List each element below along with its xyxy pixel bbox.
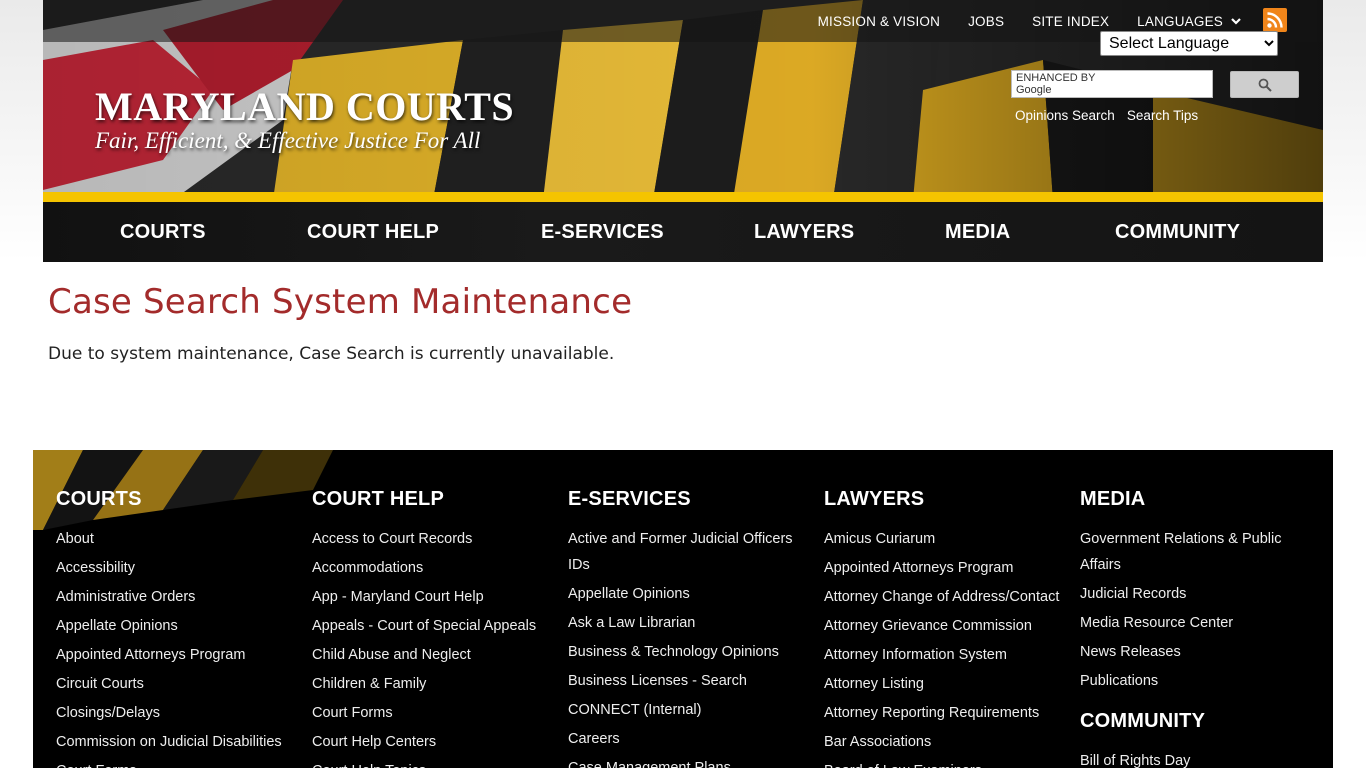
nav-media[interactable]: MEDIA (945, 202, 1010, 262)
footer-link[interactable]: Accessibility (56, 555, 296, 581)
page-wrapper: MISSION & VISION JOBS SITE INDEX LANGUAG… (43, 0, 1323, 262)
footer-link[interactable]: Business Licenses - Search (568, 668, 808, 694)
footer-links-courts: About Accessibility Administrative Order… (56, 526, 296, 768)
brand-tagline: Fair, Efficient, & Effective Justice For… (95, 128, 481, 153)
footer-links-community: Bill of Rights Day (1080, 748, 1320, 768)
search-links: Opinions Search Search Tips (1015, 108, 1210, 123)
footer-link[interactable]: Attorney Reporting Requirements (824, 700, 1064, 726)
main-content: Case Search System Maintenance Due to sy… (48, 282, 632, 364)
footer-link[interactable]: Accommodations (312, 555, 552, 581)
nav-courts[interactable]: COURTS (120, 202, 206, 262)
footer-heading-courts: COURTS (56, 488, 142, 510)
site-footer: COURTS About Accessibility Administrativ… (33, 450, 1333, 768)
site-search-box[interactable]: ENHANCED BY Google (1011, 70, 1213, 98)
footer-column-courts: COURTS About Accessibility Administrativ… (56, 488, 296, 768)
footer-link[interactable]: Bill of Rights Day (1080, 748, 1320, 768)
footer-link[interactable]: Amicus Curiarum (824, 526, 1064, 552)
site-header: MISSION & VISION JOBS SITE INDEX LANGUAG… (43, 0, 1323, 192)
footer-links-lawyers: Amicus Curiarum Appointed Attorneys Prog… (824, 526, 1064, 768)
maintenance-message: Due to system maintenance, Case Search i… (48, 344, 615, 364)
footer-heading-court-help: COURT HELP (312, 488, 444, 510)
footer-link[interactable]: News Releases (1080, 639, 1320, 665)
brand-title: MARYLAND COURTS (95, 84, 515, 129)
rss-icon (1267, 12, 1283, 28)
nav-lawyers[interactable]: LAWYERS (754, 202, 854, 262)
footer-column-court-help: COURT HELP Access to Court Records Accom… (312, 488, 552, 768)
footer-link[interactable]: Appeals - Court of Special Appeals (312, 613, 552, 639)
page-title: Case Search System Maintenance (48, 282, 633, 322)
nav-court-help[interactable]: COURT HELP (307, 202, 439, 262)
rss-feed-button[interactable] (1263, 8, 1287, 32)
languages-label: LANGUAGES (1137, 13, 1223, 29)
footer-link[interactable]: CONNECT (Internal) (568, 697, 808, 723)
chevron-down-icon (1231, 18, 1241, 25)
nav-e-services[interactable]: E-SERVICES (541, 202, 664, 262)
footer-link[interactable]: Ask a Law Librarian (568, 610, 808, 636)
footer-links-e-services: Active and Former Judicial Officers IDs … (568, 526, 808, 768)
footer-link[interactable]: Government Relations & Public Affairs (1080, 526, 1320, 578)
search-icon (1258, 78, 1272, 92)
footer-links-media: Government Relations & Public Affairs Ju… (1080, 526, 1320, 694)
site-index-link[interactable]: SITE INDEX (1032, 14, 1109, 29)
footer-column-media: MEDIA Government Relations & Public Affa… (1080, 488, 1320, 768)
footer-heading-community: COMMUNITY (1080, 710, 1206, 732)
footer-link[interactable]: Active and Former Judicial Officers IDs (568, 526, 808, 578)
footer-link[interactable]: Careers (568, 726, 808, 752)
footer-link[interactable]: Media Resource Center (1080, 610, 1320, 636)
footer-link[interactable]: Court Help Topics (312, 758, 552, 768)
main-nav: COURTS COURT HELP E-SERVICES LAWYERS MED… (43, 202, 1323, 262)
footer-link[interactable]: Commission on Judicial Disabilities (56, 729, 296, 755)
search-input[interactable] (1112, 74, 1212, 94)
footer-column-lawyers: LAWYERS Amicus Curiarum Appointed Attorn… (824, 488, 1064, 768)
footer-link[interactable]: Attorney Listing (824, 671, 1064, 697)
footer-link[interactable]: Attorney Change of Address/Contact (824, 584, 1064, 610)
footer-link[interactable]: Appellate Opinions (568, 581, 808, 607)
jobs-link[interactable]: JOBS (968, 14, 1004, 29)
footer-links-court-help: Access to Court Records Accommodations A… (312, 526, 552, 768)
footer-column-e-services: E-SERVICES Active and Former Judicial Of… (568, 488, 808, 768)
footer-link[interactable]: Judicial Records (1080, 581, 1320, 607)
footer-link[interactable]: Board of Law Examiners (824, 758, 1064, 768)
footer-link[interactable]: Child Abuse and Neglect (312, 642, 552, 668)
gold-divider (43, 192, 1323, 202)
footer-link[interactable]: Court Help Centers (312, 729, 552, 755)
footer-link[interactable]: App - Maryland Court Help (312, 584, 552, 610)
footer-heading-e-services: E-SERVICES (568, 488, 691, 510)
footer-link[interactable]: Appointed Attorneys Program (824, 555, 1064, 581)
footer-link[interactable]: Bar Associations (824, 729, 1064, 755)
search-button[interactable] (1230, 71, 1299, 98)
footer-link[interactable]: Administrative Orders (56, 584, 296, 610)
opinions-search-link[interactable]: Opinions Search (1015, 108, 1115, 123)
footer-link[interactable]: Circuit Courts (56, 671, 296, 697)
footer-link[interactable]: Closings/Delays (56, 700, 296, 726)
footer-link[interactable]: Attorney Information System (824, 642, 1064, 668)
footer-heading-lawyers: LAWYERS (824, 488, 925, 510)
footer-link[interactable]: Publications (1080, 668, 1320, 694)
footer-link[interactable]: Appointed Attorneys Program (56, 642, 296, 668)
footer-link[interactable]: Court Forms (56, 758, 296, 768)
language-select[interactable]: Select Language (1100, 31, 1278, 56)
footer-heading-media: MEDIA (1080, 488, 1146, 510)
search-tips-link[interactable]: Search Tips (1127, 108, 1198, 123)
footer-link[interactable]: Case Management Plans (568, 755, 808, 768)
search-branding: ENHANCED BY Google (1016, 72, 1096, 96)
languages-menu[interactable]: LANGUAGES (1137, 14, 1241, 29)
nav-community[interactable]: COMMUNITY (1115, 202, 1240, 262)
footer-link[interactable]: Court Forms (312, 700, 552, 726)
mission-vision-link[interactable]: MISSION & VISION (818, 14, 940, 29)
footer-link[interactable]: About (56, 526, 296, 552)
footer-link[interactable]: Children & Family (312, 671, 552, 697)
footer-link[interactable]: Business & Technology Opinions (568, 639, 808, 665)
footer-link[interactable]: Access to Court Records (312, 526, 552, 552)
site-logo[interactable]: MARYLAND COURTS Fair, Efficient, & Effec… (95, 86, 514, 154)
footer-link[interactable]: Appellate Opinions (56, 613, 296, 639)
footer-link[interactable]: Attorney Grievance Commission (824, 613, 1064, 639)
